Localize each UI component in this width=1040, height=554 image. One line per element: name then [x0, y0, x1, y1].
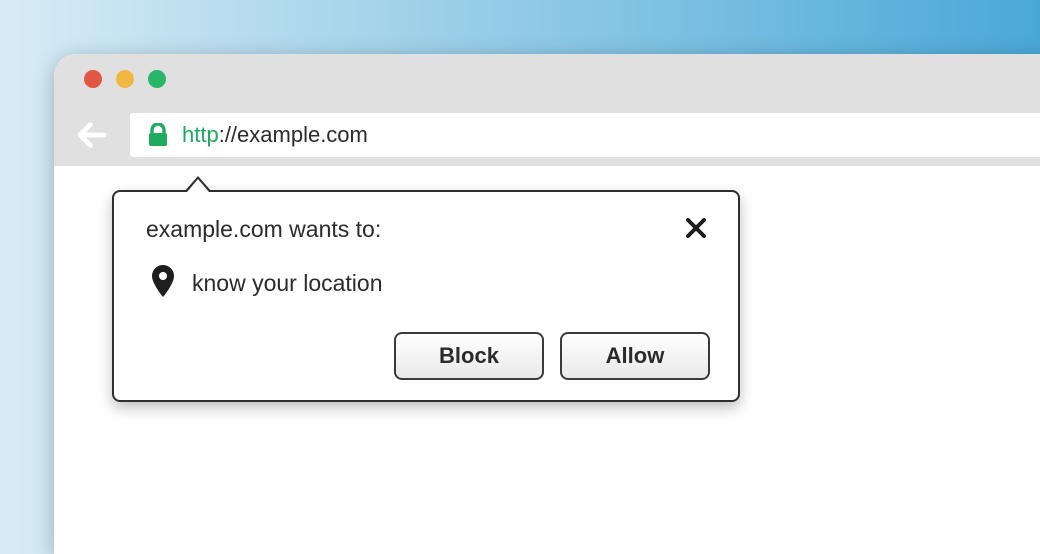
lock-icon	[148, 123, 168, 147]
popover-arrow	[184, 176, 212, 192]
permission-popover: example.com wants to: know your location…	[112, 190, 740, 402]
permission-request-row: know your location	[152, 265, 710, 302]
arrow-left-icon	[74, 117, 110, 153]
allow-button[interactable]: Allow	[560, 332, 710, 380]
close-button[interactable]	[682, 214, 710, 242]
url-rest: ://example.com	[219, 122, 368, 147]
window-close-dot[interactable]	[84, 70, 102, 88]
permission-title: example.com wants to:	[146, 216, 381, 243]
url-protocol: http	[182, 122, 219, 147]
back-button[interactable]	[68, 111, 116, 159]
close-icon	[686, 218, 706, 238]
address-bar-url: http://example.com	[182, 122, 368, 148]
browser-toolbar: http://example.com	[54, 104, 1040, 166]
address-bar[interactable]: http://example.com	[130, 113, 1040, 157]
location-pin-icon	[152, 265, 174, 302]
permission-request-text: know your location	[192, 270, 383, 297]
window-maximize-dot[interactable]	[148, 70, 166, 88]
permission-buttons: Block Allow	[146, 332, 710, 380]
block-button[interactable]: Block	[394, 332, 544, 380]
window-titlebar	[54, 54, 1040, 104]
window-minimize-dot[interactable]	[116, 70, 134, 88]
